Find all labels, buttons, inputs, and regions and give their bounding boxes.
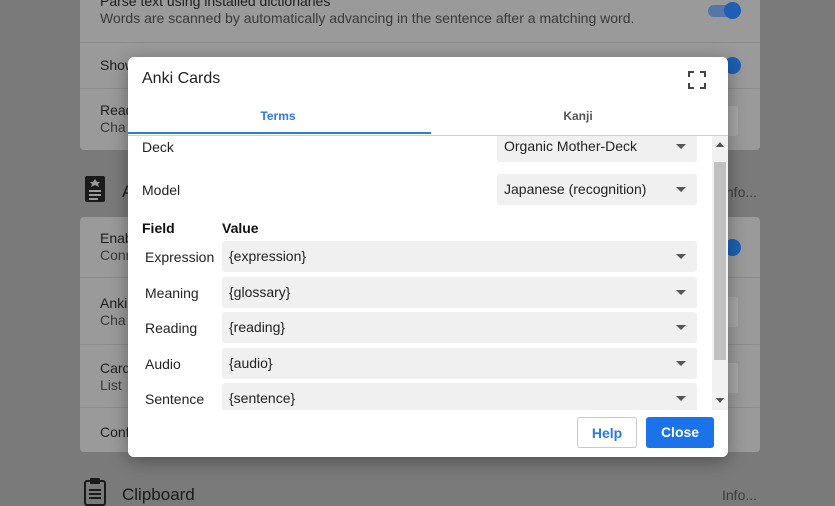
field-value-select[interactable]: {reading} (222, 312, 697, 343)
tab-terms[interactable]: Terms (128, 101, 428, 135)
field-value-select[interactable]: {audio} (222, 348, 697, 379)
close-button[interactable]: Close (646, 417, 714, 448)
chevron-down-icon (676, 187, 686, 192)
anki-card-icon (85, 176, 105, 202)
modal-title: Anki Cards (142, 70, 221, 87)
active-tab-indicator (128, 132, 431, 134)
model-label: Model (142, 182, 181, 198)
chevron-down-icon (676, 325, 686, 330)
help-button[interactable]: Help (577, 417, 637, 448)
chevron-down-icon (676, 254, 686, 259)
tab-kanji[interactable]: Kanji (428, 101, 728, 135)
chevron-down-icon (676, 396, 686, 401)
field-name: Sentence (145, 391, 205, 407)
field-value: {sentence} (229, 390, 296, 406)
clipboard-section-title: Clipboard (122, 485, 195, 504)
setting-parse-text[interactable]: Parse text using installed dictionaries … (100, 0, 740, 26)
field-value-select[interactable]: {expression} (222, 241, 697, 272)
deck-select[interactable]: Organic Mother-Deck (497, 136, 697, 162)
field-value: {audio} (229, 355, 273, 371)
field-value-select[interactable]: {sentence} (222, 383, 697, 410)
scroll-up-arrow-icon[interactable] (716, 142, 724, 147)
field-name: Audio (145, 356, 181, 372)
field-name: Meaning (145, 285, 199, 301)
chevron-down-icon (676, 144, 686, 149)
value-column-header: Value (222, 220, 259, 236)
field-column-header: Field (142, 220, 175, 236)
deck-label: Deck (142, 139, 174, 155)
fullscreen-icon[interactable] (686, 69, 708, 91)
setting-title: Parse text using installed dictionaries (100, 0, 331, 9)
tab-bar: Terms Kanji (128, 101, 728, 136)
chevron-down-icon (676, 290, 686, 295)
parse-text-toggle[interactable] (708, 2, 741, 19)
field-name: Reading (145, 320, 198, 336)
deck-select-value: Organic Mother-Deck (504, 138, 638, 154)
field-value: {expression} (229, 248, 307, 264)
modal-scroll-content[interactable]: Deck Organic Mother-Deck Model Japanese … (128, 136, 712, 410)
divider (80, 42, 760, 43)
scrollbar-thumb[interactable] (714, 162, 726, 360)
model-select-value: Japanese (recognition) (504, 181, 647, 197)
model-select[interactable]: Japanese (recognition) (497, 174, 697, 205)
field-value: {reading} (229, 319, 286, 335)
scroll-down-arrow-icon[interactable] (716, 398, 724, 403)
anki-cards-modal: Anki Cards Terms Kanji Deck Organic Moth… (128, 57, 728, 457)
field-name: Expression (145, 249, 215, 265)
clipboard-icon (84, 478, 106, 506)
chevron-down-icon (676, 361, 686, 366)
setting-description: Words are scanned by automatically advan… (100, 10, 635, 26)
field-value: {glossary} (229, 284, 291, 300)
vertical-scrollbar[interactable] (712, 136, 728, 410)
field-value-select[interactable]: {glossary} (222, 277, 697, 308)
clipboard-info-link[interactable]: Info... (722, 487, 757, 503)
